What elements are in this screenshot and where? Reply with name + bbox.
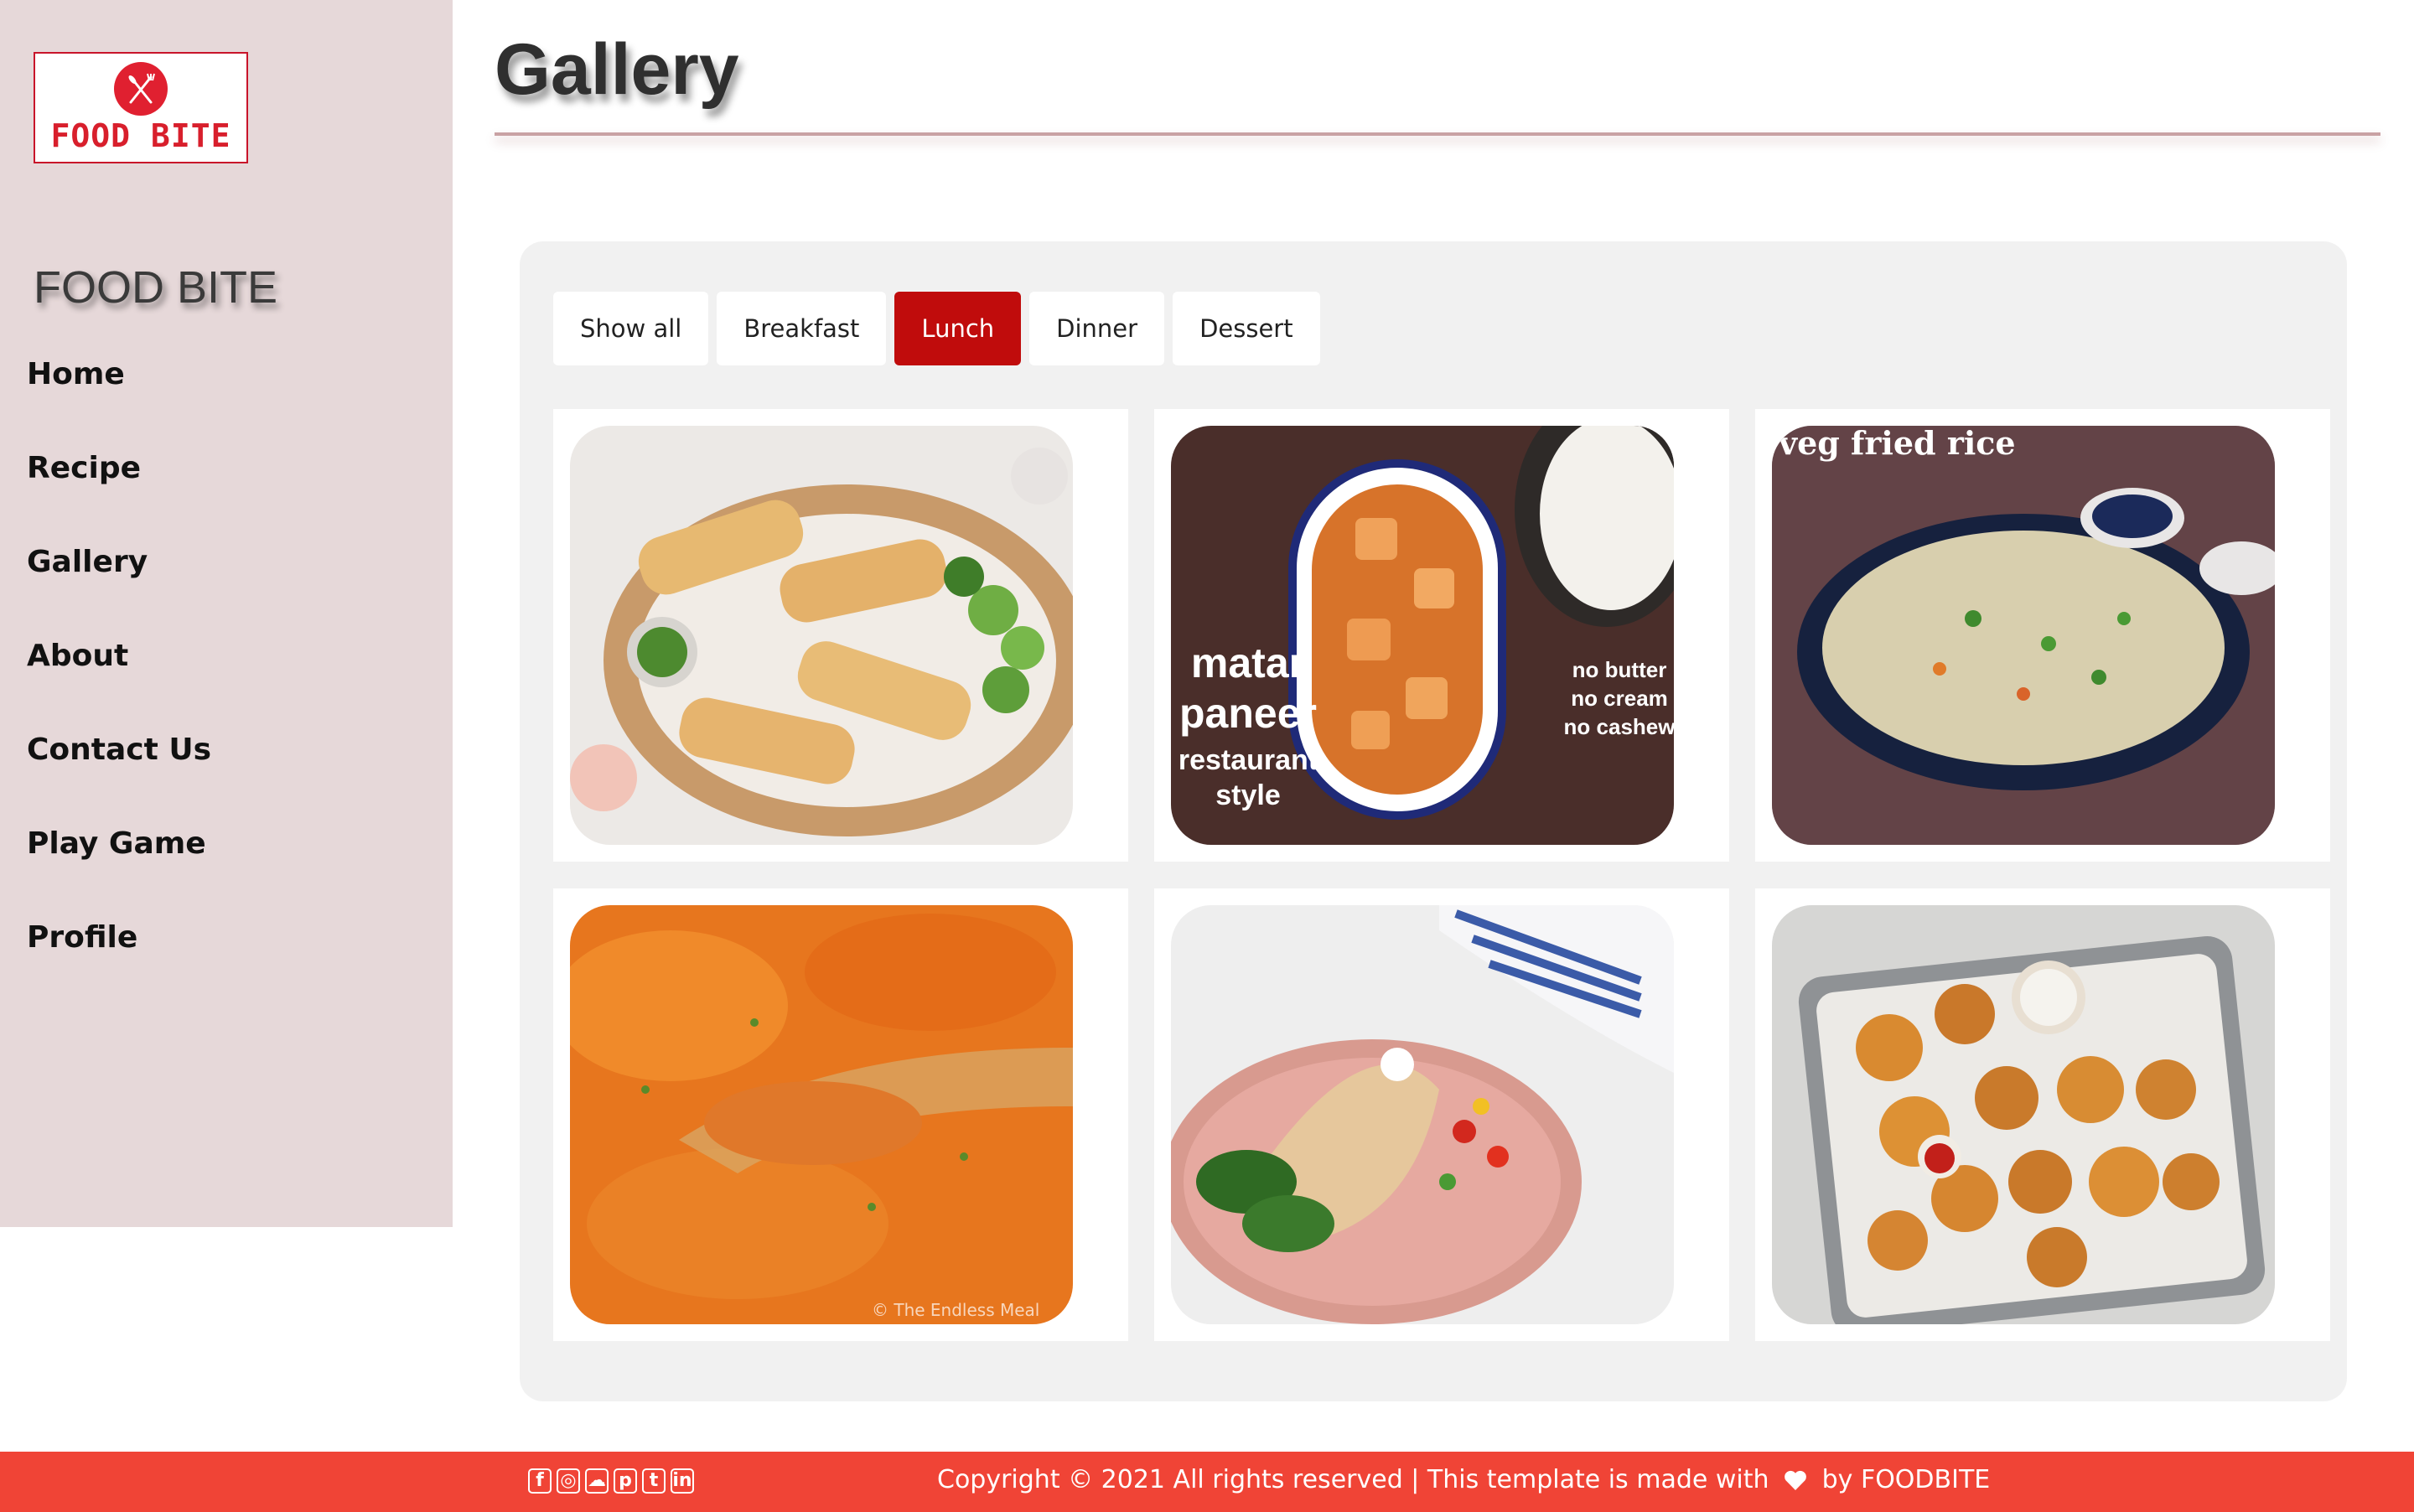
facebook-icon[interactable]: f — [528, 1468, 552, 1494]
sidebar-item-gallery[interactable]: Gallery — [27, 540, 211, 634]
logo[interactable]: FOOD BITE — [34, 52, 248, 163]
filter-dinner-button[interactable]: Dinner — [1029, 292, 1165, 365]
pinterest-icon[interactable]: p — [614, 1468, 637, 1494]
footer: f ◎ ☁ p t in Copyright © 2021 All rights… — [0, 1452, 2414, 1512]
gallery-card[interactable]: veg fried rice — [1755, 409, 2330, 862]
copyright-prefix: Copyright © 2021 All rights reserved | T… — [937, 1465, 1769, 1494]
social-links: f ◎ ☁ p t in — [528, 1468, 694, 1494]
linkedin-icon[interactable]: in — [671, 1468, 694, 1494]
gallery-card[interactable]: © The Endless Meal — [553, 888, 1128, 1341]
gallery-card[interactable] — [1154, 888, 1729, 1341]
sidebar: FOOD BITE FOOD BITE Home Recipe Gallery … — [0, 0, 453, 1227]
filter-bar: Show all Breakfast Lunch Dinner Dessert — [553, 292, 1320, 365]
instagram-icon[interactable]: ◎ — [557, 1468, 580, 1494]
matar-paneer-photo: matar paneer restaurant style no butter … — [1171, 426, 1674, 845]
filter-dessert-button[interactable]: Dessert — [1173, 292, 1320, 365]
overlay-no-cream: no cream — [1571, 686, 1668, 711]
logo-text: FOOD BITE — [50, 117, 231, 154]
title-divider — [495, 132, 2380, 136]
veg-fried-rice-photo: veg fried rice — [1772, 426, 2275, 845]
overlay-no-cashew: no cashew — [1564, 714, 1674, 739]
sidebar-item-contact-us[interactable]: Contact Us — [27, 728, 211, 821]
sidebar-item-about[interactable]: About — [27, 634, 211, 728]
sidebar-nav: Home Recipe Gallery About Contact Us Pla… — [27, 352, 211, 1009]
snapchat-icon[interactable]: ☁ — [585, 1468, 609, 1494]
overlay-restaurant: restaurant — [1179, 744, 1318, 776]
overlay-veg-fried-rice: veg fried rice — [1778, 426, 2016, 462]
overlay-style: style — [1215, 779, 1281, 811]
gallery-card[interactable]: matar paneer restaurant style no butter … — [1154, 409, 1729, 862]
crispy-nuggets-photo — [1772, 905, 2275, 1324]
sidebar-item-play-game[interactable]: Play Game — [27, 821, 211, 915]
watermark: © The Endless Meal — [872, 1300, 1039, 1320]
filter-show-all-button[interactable]: Show all — [553, 292, 709, 365]
overlay-paneer: paneer — [1179, 690, 1317, 737]
brand-name: FOOD BITE — [34, 262, 278, 313]
fork-knife-icon — [114, 62, 168, 116]
overlay-no-butter: no butter — [1572, 657, 1667, 682]
copyright-suffix: by FOODBITE — [1821, 1465, 1991, 1494]
sandwich-photo — [570, 426, 1073, 845]
filter-breakfast-button[interactable]: Breakfast — [717, 292, 887, 365]
page-title: Gallery — [495, 29, 739, 110]
overlay-matar: matar — [1191, 639, 1305, 686]
gallery-card[interactable] — [1755, 888, 2330, 1341]
sidebar-item-recipe[interactable]: Recipe — [27, 446, 211, 540]
sidebar-item-home[interactable]: Home — [27, 352, 211, 446]
sidebar-item-profile[interactable]: Profile — [27, 915, 211, 1009]
wrap-salad-photo — [1171, 905, 1674, 1324]
heart-icon — [1784, 1468, 1807, 1498]
gallery-card[interactable] — [553, 409, 1128, 862]
filter-lunch-button[interactable]: Lunch — [894, 292, 1022, 365]
butter-chicken-photo: © The Endless Meal — [570, 905, 1073, 1324]
copyright-text: Copyright © 2021 All rights reserved | T… — [937, 1465, 1990, 1498]
gallery-panel: Show all Breakfast Lunch Dinner Dessert — [520, 241, 2347, 1401]
twitter-icon[interactable]: t — [642, 1468, 666, 1494]
